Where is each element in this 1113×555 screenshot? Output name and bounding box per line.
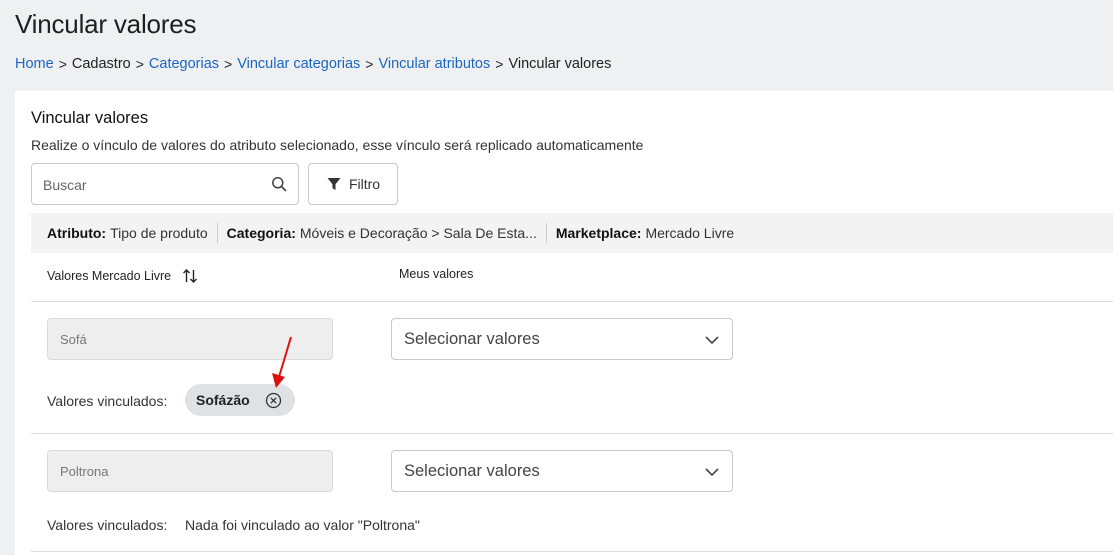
link-values-card: Vincular valores Realize o vínculo de va… [15, 91, 1113, 555]
attribute-info-label: Atributo: [47, 225, 107, 241]
category-info-value: Móveis e Decoração > Sala De Esta... [299, 225, 537, 241]
breadcrumb-vincular-categorias[interactable]: Vincular categorias [237, 56, 360, 72]
my-values-select-placeholder: Selecionar valores [404, 329, 540, 348]
category-info-label: Categoria: [226, 225, 296, 241]
my-values-select[interactable]: Selecionar valores [391, 450, 733, 492]
annotation-arrow-icon [272, 336, 292, 388]
breadcrumb-separator: > [135, 56, 144, 72]
card-title: Vincular valores [31, 109, 149, 127]
breadcrumb-separator: > [58, 56, 67, 72]
search-field[interactable] [31, 163, 299, 205]
breadcrumb-vincular-atributos[interactable]: Vincular atributos [378, 56, 490, 72]
row-divider [31, 301, 1113, 302]
breadcrumb: Home > Cadastro > Categorias > Vincular … [15, 56, 611, 72]
linked-values-label: Valores vinculados: [47, 517, 168, 533]
breadcrumb-separator: > [495, 56, 504, 72]
column-header-marketplace-values[interactable]: Valores Mercado Livre [47, 267, 199, 285]
row-divider [31, 433, 1113, 434]
attribute-info: Atributo: Tipo de produto [47, 225, 208, 241]
breadcrumb-current: Vincular valores [508, 56, 612, 72]
marketplace-info-value: Mercado Livre [645, 225, 735, 241]
row-divider [31, 551, 1113, 552]
chevron-down-icon [705, 336, 719, 345]
linked-value-chip-label: Sofázão [196, 392, 250, 408]
breadcrumb-separator: > [365, 56, 374, 72]
search-icon[interactable] [271, 176, 287, 192]
filter-button[interactable]: Filtro [308, 163, 398, 205]
search-input[interactable] [43, 175, 263, 195]
info-divider [216, 223, 218, 243]
marketplace-info: Marketplace: Mercado Livre [556, 225, 734, 241]
column-header-marketplace-label: Valores Mercado Livre [47, 269, 172, 283]
breadcrumb-cadastro: Cadastro [71, 56, 131, 72]
breadcrumb-home[interactable]: Home [15, 56, 54, 72]
filter-button-label: Filtro [348, 176, 381, 192]
page-title: Vincular valores [15, 9, 197, 39]
sort-icon[interactable] [181, 267, 199, 285]
breadcrumb-separator: > [224, 56, 233, 72]
card-description: Realize o vínculo de valores do atributo… [31, 137, 644, 153]
attribute-info-bar: Atributo: Tipo de produto Categoria: Móv… [31, 213, 1113, 253]
column-header-my-values: Meus valores [399, 267, 474, 281]
linked-values-label: Valores vinculados: [47, 393, 168, 409]
breadcrumb-categorias[interactable]: Categorias [149, 56, 219, 72]
marketplace-value-field: Poltrona [47, 450, 333, 492]
my-values-select[interactable]: Selecionar valores [391, 318, 733, 360]
marketplace-info-label: Marketplace: [555, 225, 642, 241]
category-info: Categoria: Móveis e Decoração > Sala De … [227, 225, 537, 241]
chevron-down-icon [705, 468, 719, 477]
remove-chip-icon[interactable] [265, 392, 282, 409]
info-divider [545, 223, 547, 243]
attribute-info-value: Tipo de produto [110, 225, 208, 241]
linked-values-empty-text: Nada foi vinculado ao valor "Poltrona" [185, 517, 420, 533]
my-values-select-placeholder: Selecionar valores [404, 461, 540, 480]
filter-icon [327, 178, 341, 190]
